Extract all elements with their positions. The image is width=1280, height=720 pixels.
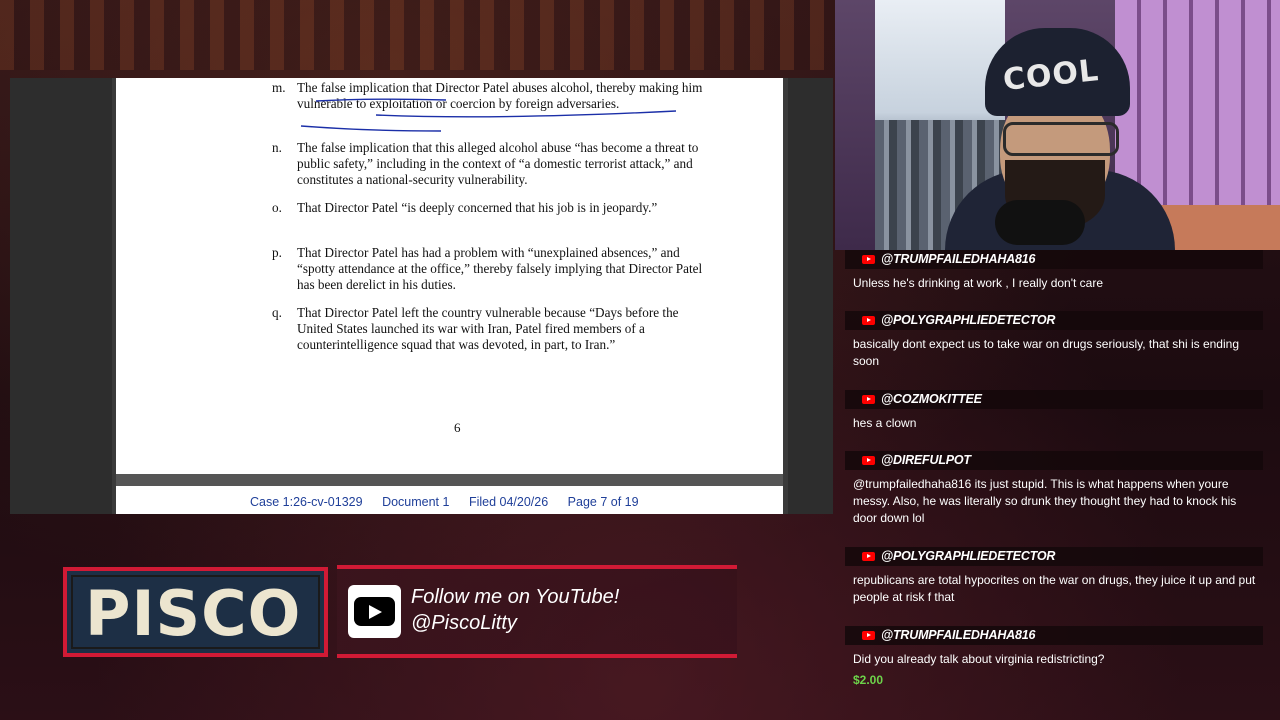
banner-bottom-border <box>337 654 737 658</box>
item-text: The false implication that this alleged … <box>297 140 699 187</box>
chat-username: @POLYGRAPHLIEDETECTOR <box>881 313 1056 327</box>
chat-text: basically dont expect us to take war on … <box>853 337 1239 368</box>
chat-username: @TRUMPFAILEDHAHA816 <box>881 628 1036 642</box>
item-letter: o. <box>272 200 282 215</box>
chat-message-header: @POLYGRAPHLIEDETECTOR <box>845 547 1263 566</box>
item-text: That Director Patel has had a problem wi… <box>297 245 703 292</box>
page-separator <box>116 474 783 486</box>
item-letter: q. <box>272 305 282 320</box>
microphone <box>995 200 1085 245</box>
chat-text: @trumpfailedhaha816 its just stupid. Thi… <box>853 477 1237 525</box>
item-text: That Director Patel “is deeply concerned… <box>297 200 658 215</box>
super-chat-amount: $2.00 <box>853 673 884 687</box>
youtube-icon <box>862 255 875 264</box>
youtube-icon <box>862 456 875 465</box>
document-page: m. The false implication that Director P… <box>116 78 783 474</box>
channel-name: PISCO <box>85 577 302 650</box>
youtube-icon <box>862 631 875 640</box>
item-letter: n. <box>272 140 282 155</box>
court-header: Case 1:26-cv-01329 Document 1 Filed 04/2… <box>250 495 655 509</box>
chat-text: republicans are total hypocrites on the … <box>853 573 1256 604</box>
item-letter: p. <box>272 245 282 260</box>
chat-username: @TRUMPFAILEDHAHA816 <box>881 252 1036 266</box>
follow-cta: Follow me on YouTube! <box>411 586 620 608</box>
page-count: Page 7 of 19 <box>567 495 639 509</box>
chat-message-header: @TRUMPFAILEDHAHA816 <box>845 626 1263 645</box>
chat-message-header: @TRUMPFAILEDHAHA816 <box>845 250 1263 269</box>
page-number: 6 <box>454 420 461 435</box>
chat-text: Did you already talk about virginia redi… <box>853 652 1105 666</box>
item-letter: m. <box>272 80 286 95</box>
viewer-gutter-left <box>10 78 112 514</box>
youtube-icon <box>862 395 875 404</box>
document-label: Document 1 <box>382 495 450 509</box>
next-page-header: Case 1:26-cv-01329 Document 1 Filed 04/2… <box>116 486 783 514</box>
banner-top-border <box>337 565 737 569</box>
viewer-gutter-right <box>788 78 833 514</box>
chat-username: @DIREFULPOT <box>881 453 971 467</box>
youtube-logo-icon <box>348 585 401 638</box>
chat-text: Unless he's drinking at work , I really … <box>853 276 1104 290</box>
chat-message-header: @POLYGRAPHLIEDETECTOR <box>845 311 1263 330</box>
background-bookshelf <box>0 0 840 70</box>
chat-message-header: @COZMOKITTEE <box>845 390 1263 409</box>
youtube-icon <box>862 316 875 325</box>
filed-date: Filed 04/20/26 <box>468 495 549 509</box>
live-chat: @TRUMPFAILEDHAHA816 Unless he's drinking… <box>843 250 1273 720</box>
item-text: That Director Patel left the country vul… <box>297 305 679 352</box>
chat-username: @POLYGRAPHLIEDETECTOR <box>881 549 1056 563</box>
chat-username: @COZMOKITTEE <box>881 392 982 406</box>
chat-message-header: @DIREFULPOT <box>845 451 1263 470</box>
case-number: Case 1:26-cv-01329 <box>250 495 363 509</box>
glasses <box>1003 122 1119 156</box>
play-icon <box>354 597 395 626</box>
channel-logo: PISCO <box>63 567 328 657</box>
channel-handle: @PiscoLitty <box>411 612 517 634</box>
webcam-feed: COOL <box>835 0 1280 250</box>
chat-text: hes a clown <box>853 416 917 430</box>
youtube-icon <box>862 552 875 561</box>
item-text: The false implication that Director Pate… <box>297 80 703 111</box>
